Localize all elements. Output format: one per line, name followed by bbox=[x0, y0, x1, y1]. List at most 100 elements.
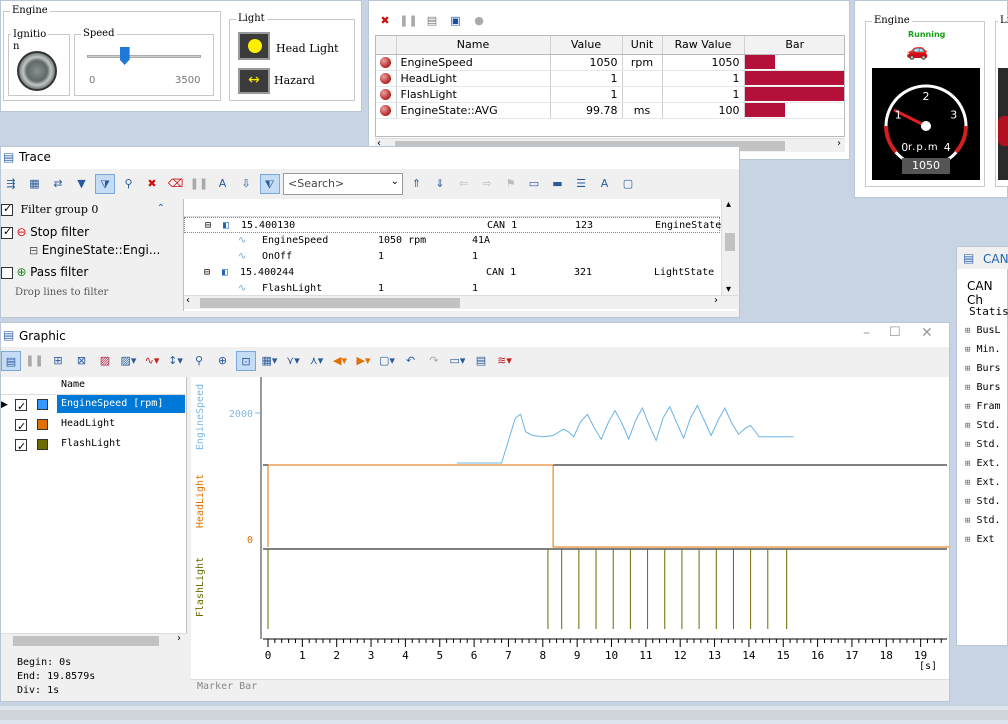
trace-clear-filter-icon[interactable]: ⌫ bbox=[166, 174, 186, 194]
stop-filter-item[interactable]: ⊟ EngineState::Engi... bbox=[29, 243, 160, 259]
graphic-mode-icon[interactable]: ▤ bbox=[1, 351, 21, 371]
graphic-measure-icon[interactable]: ⋎▾ bbox=[283, 351, 303, 371]
search-prev-icon[interactable]: ⇑ bbox=[407, 174, 427, 194]
tree-expand-icon[interactable]: ⊞ bbox=[965, 478, 970, 488]
can-tree-item[interactable]: ⊞ Fram bbox=[965, 397, 1008, 416]
signal-color-swatch[interactable] bbox=[37, 419, 48, 430]
bottom-scroll-thumb[interactable] bbox=[0, 710, 1008, 720]
trace-signal-row[interactable]: ∿ EngineSpeed 1050 rpm 41A bbox=[184, 233, 720, 249]
signal-row[interactable]: EngineState::AVG 99.78 ms 100 bbox=[376, 102, 844, 119]
tree-expand-icon[interactable]: ⊞ bbox=[965, 497, 970, 507]
trace-message-row[interactable]: ⊟ ◧ 15.400130 CAN 1 123 EngineState bbox=[184, 217, 721, 234]
nav-right-icon[interactable]: ▶▾ bbox=[354, 351, 374, 371]
tree-expand-icon[interactable]: ⊞ bbox=[965, 440, 970, 450]
hscroll-thumb[interactable] bbox=[200, 298, 460, 308]
graphic-scale-icon[interactable]: ↕▾ bbox=[166, 351, 186, 371]
vscroll-up-icon[interactable]: ▴ bbox=[726, 199, 731, 210]
trace-expand-icon[interactable]: ⊟ bbox=[205, 218, 211, 234]
header-bar[interactable]: Bar bbox=[744, 36, 844, 55]
zoom-fit-icon[interactable]: ⊡ bbox=[236, 351, 256, 371]
speed-slider-thumb[interactable] bbox=[119, 47, 130, 65]
header-value[interactable]: Value bbox=[550, 36, 623, 55]
graphic-pause-icon[interactable]: ❚❚ bbox=[25, 351, 45, 371]
can-tree-item[interactable]: ⊞ Ext. bbox=[965, 454, 1008, 473]
graphic-chart[interactable]: EngineSpeedHeadLightFlashLight200000 1 2 3 4… bbox=[191, 377, 949, 689]
trace-search-input[interactable]: <Search> ⌄ bbox=[283, 173, 403, 195]
header-unit[interactable]: Unit bbox=[622, 36, 663, 55]
graphic-chart2-icon[interactable]: ▨▾ bbox=[119, 351, 139, 371]
can-tree-item[interactable]: ⊞ BusL bbox=[965, 321, 1008, 340]
can-tree-item[interactable]: ⊞ Std. bbox=[965, 511, 1008, 530]
trace-detail-icon[interactable]: ▦ bbox=[25, 174, 45, 194]
trace-sort-icon[interactable]: ⇩ bbox=[236, 174, 256, 194]
signal-visible-checkbox[interactable] bbox=[15, 397, 27, 417]
signal-row[interactable]: EngineSpeed 1050 rpm 1050 bbox=[376, 54, 844, 71]
vscroll-down-icon[interactable]: ▾ bbox=[726, 284, 731, 295]
graphic-window-icon2[interactable]: ▢▾ bbox=[377, 351, 397, 371]
save-icon[interactable]: ▣ bbox=[446, 11, 466, 31]
signal-color-swatch[interactable] bbox=[37, 439, 48, 450]
tree-expand-icon[interactable]: ⊞ bbox=[965, 383, 970, 393]
trace-expand-icon[interactable]: ⇄ bbox=[48, 174, 68, 194]
trace-binoculars-icon[interactable]: ⚲ bbox=[119, 174, 139, 194]
graphic-cursor2-icon[interactable]: ⊠ bbox=[72, 351, 92, 371]
trace-message-row[interactable]: ⊟ ◧ 15.400244 CAN 1 321 LightState bbox=[184, 265, 720, 281]
graphic-import-icon[interactable]: ▤ bbox=[471, 351, 491, 371]
tree-expand-icon[interactable]: ⊞ bbox=[965, 459, 970, 469]
tree-expand-icon[interactable]: ⊞ bbox=[965, 364, 970, 374]
minimize-icon[interactable]: – bbox=[863, 325, 870, 341]
signal-visible-checkbox[interactable] bbox=[15, 417, 27, 437]
signal-list-scrollbar[interactable]: › bbox=[1, 633, 187, 647]
columns-icon[interactable]: ☰ bbox=[571, 174, 591, 194]
tree-expand-icon[interactable]: ⊞ bbox=[965, 516, 970, 526]
hazard-button[interactable]: ↔ bbox=[238, 68, 270, 94]
can-tree-item[interactable]: ⊞ Ext bbox=[965, 530, 1008, 549]
trace-pause-icon[interactable]: ❚❚ bbox=[189, 174, 209, 194]
graphic-layout-icon[interactable]: ▦▾ bbox=[260, 351, 280, 371]
scroll-right-icon[interactable]: › bbox=[837, 138, 841, 149]
graphic-signal-row[interactable]: FlashLight bbox=[1, 435, 187, 457]
graphic-signal-icon[interactable]: ≋▾ bbox=[495, 351, 515, 371]
can-tree-item[interactable]: ⊞ Std. bbox=[965, 492, 1008, 511]
export-icon[interactable]: ▬ bbox=[548, 174, 568, 194]
speed-slider-track[interactable] bbox=[87, 55, 201, 58]
signal-row[interactable]: FlashLight 1 1 bbox=[376, 86, 844, 103]
clipboard-icon[interactable]: ▤ bbox=[422, 11, 442, 31]
signal-row[interactable]: HeadLight 1 1 bbox=[376, 70, 844, 87]
redo-icon[interactable]: ↷ bbox=[424, 351, 444, 371]
trace-expand-icon[interactable]: ⊟ bbox=[204, 265, 210, 281]
filter-group-checkbox[interactable] bbox=[1, 202, 13, 216]
can-tree-item[interactable]: ⊞ Min. bbox=[965, 340, 1008, 359]
undo-icon[interactable]: ↶ bbox=[401, 351, 421, 371]
signal-color-swatch[interactable] bbox=[37, 399, 48, 410]
trace-filter-active-icon[interactable]: ⧩ bbox=[95, 174, 115, 194]
layout-icon[interactable]: ▭ bbox=[524, 174, 544, 194]
graphic-signal-row[interactable]: HeadLight bbox=[1, 415, 187, 437]
can-tree-item[interactable]: ⊞ Burs bbox=[965, 378, 1008, 397]
stop-filter-checkbox[interactable] bbox=[1, 225, 13, 239]
trace-time-icon[interactable]: A bbox=[213, 174, 233, 194]
delete-icon[interactable]: ✖ bbox=[375, 11, 395, 31]
trace-signal-row[interactable]: ∿ OnOff 1 1 bbox=[184, 249, 720, 265]
record-icon[interactable]: ● bbox=[469, 11, 489, 31]
headlight-button[interactable] bbox=[238, 32, 270, 60]
marker-icon[interactable]: ⚑ bbox=[501, 174, 521, 194]
can-tree-item[interactable]: ⊞ Burs bbox=[965, 359, 1008, 378]
graphic-chart-icon[interactable]: ▨ bbox=[95, 351, 115, 371]
trace-filter-icon[interactable]: ▼ bbox=[72, 174, 92, 194]
tree-expand-icon[interactable]: ⊞ bbox=[965, 345, 970, 355]
pause-icon[interactable]: ❚❚ bbox=[399, 11, 419, 31]
signal-list-thumb[interactable] bbox=[13, 636, 159, 646]
pass-filter-checkbox[interactable] bbox=[1, 267, 13, 279]
tree-expand-icon[interactable]: ⊞ bbox=[965, 326, 970, 336]
chevron-down-icon[interactable]: ⌄ bbox=[391, 176, 399, 187]
search-next-icon[interactable]: ⇓ bbox=[430, 174, 450, 194]
tree-expand-icon[interactable]: ⊞ bbox=[965, 535, 970, 545]
can-tree-item[interactable]: ⊞ Std. bbox=[965, 435, 1008, 454]
graphic-wave-icon[interactable]: ∿▾ bbox=[142, 351, 162, 371]
bottom-scrollbar[interactable] bbox=[0, 706, 1008, 724]
window-icon[interactable]: ▢ bbox=[618, 174, 638, 194]
nav-forward-icon[interactable]: ⇨ bbox=[477, 174, 497, 194]
signal-list-scroll-right[interactable]: › bbox=[177, 633, 181, 644]
close-icon[interactable]: ✕ bbox=[921, 325, 933, 341]
